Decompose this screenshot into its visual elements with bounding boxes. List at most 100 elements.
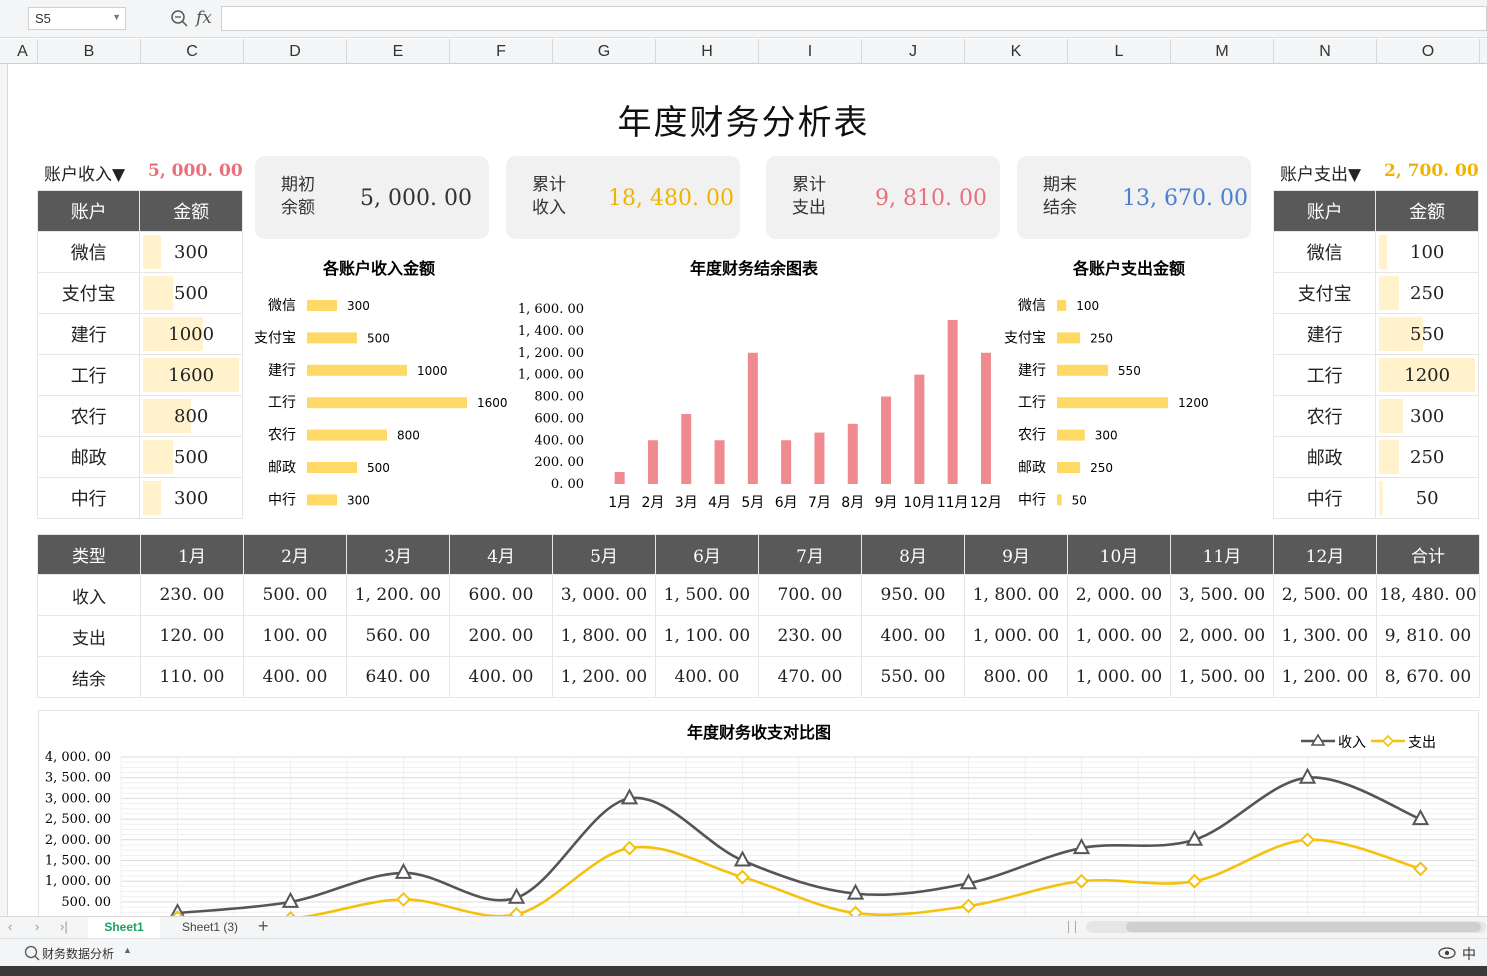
account-amount[interactable]: 300 bbox=[139, 477, 243, 519]
account-amount[interactable]: 1000 bbox=[139, 313, 243, 355]
bar[interactable] bbox=[1057, 364, 1108, 376]
account-name[interactable]: 工行 bbox=[36, 354, 141, 396]
table-cell[interactable]: 1, 300. 00 bbox=[1273, 615, 1377, 657]
table-cell[interactable]: 支出 bbox=[37, 615, 141, 657]
table-cell[interactable]: 1, 000. 00 bbox=[964, 615, 1068, 657]
column-header-g[interactable]: G bbox=[553, 39, 656, 64]
account-amount[interactable]: 100 bbox=[1375, 231, 1479, 273]
table-cell[interactable]: 1, 800. 00 bbox=[964, 574, 1068, 616]
bar[interactable] bbox=[307, 429, 387, 441]
diamond-marker[interactable] bbox=[622, 840, 637, 856]
account-name[interactable]: 微信 bbox=[36, 231, 141, 273]
table-cell[interactable]: 400. 00 bbox=[243, 656, 347, 698]
account-amount[interactable]: 1200 bbox=[1375, 354, 1479, 396]
first-sheet-icon[interactable]: ‹ bbox=[8, 919, 12, 934]
column-header-m[interactable]: M bbox=[1171, 39, 1274, 64]
bar[interactable] bbox=[947, 319, 958, 484]
table-cell[interactable]: 收入 bbox=[37, 574, 141, 616]
account-name[interactable]: 农行 bbox=[1272, 395, 1377, 437]
table-cell[interactable]: 1, 500. 00 bbox=[1170, 656, 1274, 698]
tab-sheet1-3[interactable]: Sheet1 (3) bbox=[170, 917, 250, 938]
formula-input[interactable] bbox=[221, 6, 1487, 31]
diamond-marker[interactable] bbox=[396, 892, 411, 907]
macro-icon[interactable] bbox=[24, 945, 40, 961]
account-name[interactable]: 农行 bbox=[36, 395, 141, 437]
table-cell[interactable]: 230. 00 bbox=[140, 574, 244, 616]
table-cell[interactable]: 640. 00 bbox=[346, 656, 450, 698]
eye-icon[interactable] bbox=[1438, 946, 1456, 960]
bar[interactable] bbox=[307, 462, 357, 473]
account-amount[interactable]: 500 bbox=[139, 272, 243, 314]
column-header-h[interactable]: H bbox=[656, 39, 759, 64]
bar[interactable] bbox=[814, 432, 825, 484]
table-cell[interactable]: 100. 00 bbox=[243, 615, 347, 657]
table-cell[interactable]: 560. 00 bbox=[346, 615, 450, 657]
column-header-b[interactable]: B bbox=[38, 39, 141, 64]
account-name[interactable]: 支付宝 bbox=[36, 272, 141, 314]
account-amount[interactable]: 1600 bbox=[139, 354, 243, 396]
table-cell[interactable]: 230. 00 bbox=[758, 615, 862, 657]
expense-bar-chart[interactable]: 各账户支出金额微信 100 支付宝 250 建行 550 工行 1200 农行 300 邮政 250 中… bbox=[1000, 250, 1265, 520]
table-cell[interactable]: 950. 00 bbox=[861, 574, 965, 616]
account-name[interactable]: 建行 bbox=[36, 313, 141, 355]
diamond-marker[interactable] bbox=[1300, 832, 1315, 848]
column-header-i[interactable]: I bbox=[759, 39, 862, 64]
bar[interactable] bbox=[1057, 494, 1062, 506]
income-expense-line-chart[interactable]: 年度财务收支对比图 4, 000. 00 3, 500. 00 3, 000. 00 2… bbox=[39, 711, 1480, 926]
balance-bar-chart[interactable]: 年度财务结余图表 1, 600. 00 1, 400. 00 1, 200. 00 1,… bbox=[515, 250, 1000, 520]
income-bar-chart[interactable]: 各账户收入金额微信 300 支付宝 500 建行 1000 工行 1600 农行 800 邮政 500… bbox=[250, 250, 515, 520]
bar[interactable] bbox=[881, 396, 892, 485]
table-cell[interactable]: 1, 100. 00 bbox=[655, 615, 759, 657]
diamond-marker[interactable] bbox=[1187, 873, 1202, 889]
table-cell[interactable]: 400. 00 bbox=[449, 656, 553, 698]
horizontal-scrollbar[interactable] bbox=[1086, 921, 1486, 933]
account-amount[interactable]: 50 bbox=[1375, 477, 1479, 519]
account-amount[interactable]: 550 bbox=[1375, 313, 1479, 355]
bar[interactable] bbox=[847, 423, 858, 484]
next-sheet-icon[interactable]: › bbox=[35, 919, 39, 934]
bar[interactable] bbox=[1057, 332, 1081, 344]
table-cell[interactable]: 1, 800. 00 bbox=[552, 615, 656, 657]
table-cell[interactable]: 8, 670. 00 bbox=[1376, 656, 1480, 698]
table-cell[interactable]: 400. 00 bbox=[655, 656, 759, 698]
table-cell[interactable]: 550. 00 bbox=[861, 656, 965, 698]
account-name[interactable]: 支付宝 bbox=[1272, 272, 1377, 314]
table-cell[interactable]: 1, 000. 00 bbox=[1067, 656, 1171, 698]
account-name[interactable]: 中行 bbox=[1272, 477, 1377, 519]
column-header-c[interactable]: C bbox=[141, 39, 244, 64]
column-header-d[interactable]: D bbox=[244, 39, 347, 64]
account-amount[interactable]: 300 bbox=[139, 231, 243, 273]
bar[interactable] bbox=[914, 374, 925, 484]
expense-account-select[interactable]: 账户支出▼ bbox=[1280, 160, 1361, 185]
bar[interactable] bbox=[307, 300, 337, 311]
split-handle-icon[interactable] bbox=[1068, 921, 1076, 933]
bar[interactable] bbox=[307, 494, 337, 506]
table-cell[interactable]: 3, 000. 00 bbox=[552, 574, 656, 616]
table-cell[interactable]: 110. 00 bbox=[140, 656, 244, 698]
zoom-icon[interactable] bbox=[170, 9, 188, 27]
bar[interactable] bbox=[307, 397, 467, 409]
table-cell[interactable]: 500. 00 bbox=[243, 574, 347, 616]
account-name[interactable]: 工行 bbox=[1272, 354, 1377, 396]
table-cell[interactable]: 600. 00 bbox=[449, 574, 553, 616]
column-header-n[interactable]: N bbox=[1274, 39, 1377, 64]
function-icon[interactable]: fx bbox=[196, 8, 212, 28]
chevron-down-icon[interactable]: ▼ bbox=[112, 12, 121, 22]
table-cell[interactable]: 400. 00 bbox=[861, 615, 965, 657]
account-name[interactable]: 建行 bbox=[1272, 313, 1377, 355]
account-amount[interactable]: 250 bbox=[1375, 272, 1479, 314]
bar[interactable] bbox=[1057, 429, 1085, 441]
account-name[interactable]: 微信 bbox=[1272, 231, 1377, 273]
triangle-marker[interactable] bbox=[394, 862, 413, 879]
bar[interactable] bbox=[1057, 462, 1081, 473]
account-amount[interactable]: 250 bbox=[1375, 436, 1479, 478]
last-sheet-icon[interactable]: ›| bbox=[60, 919, 68, 934]
table-cell[interactable]: 2, 500. 00 bbox=[1273, 574, 1377, 616]
column-header-e[interactable]: E bbox=[347, 39, 450, 64]
column-header-l[interactable]: L bbox=[1068, 39, 1171, 64]
table-cell[interactable]: 1, 200. 00 bbox=[1273, 656, 1377, 698]
table-cell[interactable]: 120. 00 bbox=[140, 615, 244, 657]
table-cell[interactable]: 结余 bbox=[37, 656, 141, 698]
bar[interactable] bbox=[1057, 300, 1067, 311]
table-cell[interactable]: 470. 00 bbox=[758, 656, 862, 698]
